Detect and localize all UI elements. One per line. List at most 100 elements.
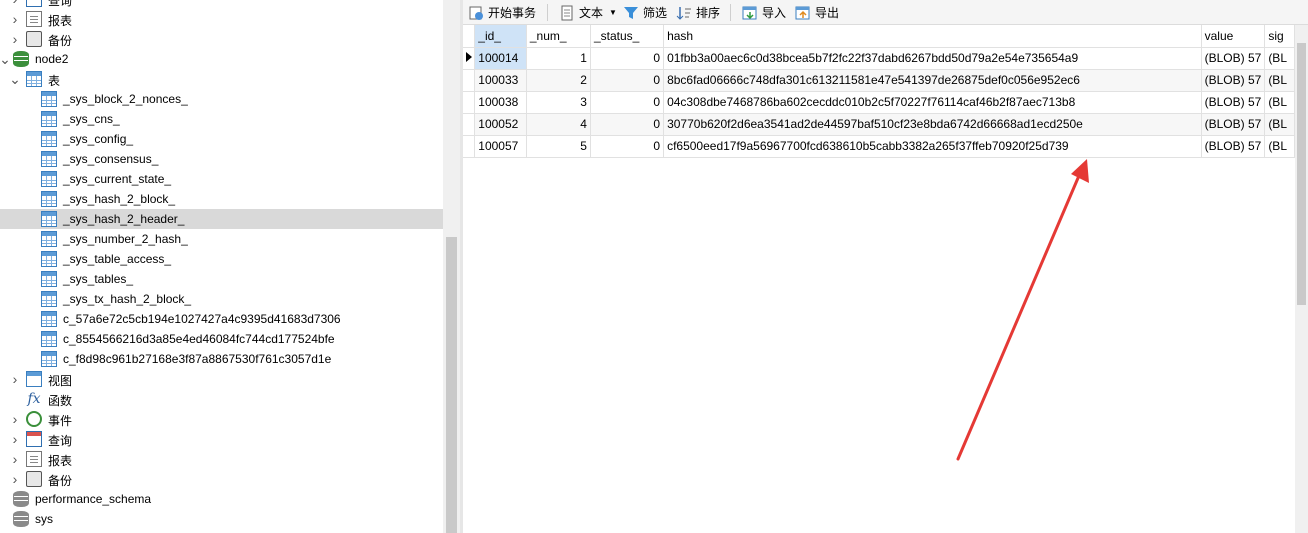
cell-value[interactable]: (BLOB) 57 (1201, 91, 1266, 114)
row-indicator[interactable] (463, 113, 476, 136)
cell-status[interactable]: 0 (590, 69, 665, 92)
cell-id[interactable]: 100038 (474, 91, 527, 114)
tree-item[interactable]: _sys_block_2_nonces_ (0, 89, 443, 109)
chevron-right-icon[interactable]: › (10, 9, 20, 29)
tree-item[interactable]: › 事件 (0, 409, 443, 429)
export-icon (795, 5, 811, 21)
cell-status[interactable]: 0 (590, 113, 665, 136)
cell-sig[interactable]: (BL (1264, 91, 1295, 114)
filter-button[interactable]: 筛选 (623, 2, 667, 23)
tree-item[interactable]: _sys_table_access_ (0, 249, 443, 269)
filter-icon (623, 5, 639, 21)
grid-scrollbar[interactable] (1295, 25, 1308, 533)
chevron-right-icon[interactable]: › (10, 29, 20, 49)
column-header-num[interactable]: _num_ (526, 25, 591, 48)
tree-item[interactable]: › 报表 (0, 9, 443, 29)
cell-id[interactable]: 100057 (474, 135, 527, 158)
text-view-button[interactable]: 文本 ▼ (559, 2, 617, 23)
tree-item[interactable]: _sys_cns_ (0, 109, 443, 129)
cell-status[interactable]: 0 (590, 91, 665, 114)
cell-sig[interactable]: (BL (1264, 47, 1295, 70)
table-row[interactable]: 100057 5 0 cf6500eed17f9a56967700fcd638610b… (463, 135, 1295, 158)
cell-sig[interactable]: (BL (1264, 113, 1295, 136)
tree-item[interactable]: _sys_consensus_ (0, 149, 443, 169)
cell-hash[interactable]: 8bc6fad06666c748dfa301c613211581e47e5413… (663, 69, 1202, 92)
cell-num[interactable]: 5 (526, 135, 591, 158)
chevron-right-icon[interactable]: › (10, 449, 20, 469)
tree-item[interactable]: _sys_tables_ (0, 269, 443, 289)
chevron-down-icon[interactable]: ⌄ (0, 49, 11, 69)
row-indicator[interactable] (463, 69, 476, 92)
cell-hash[interactable]: cf6500eed17f9a56967700fcd638610b5cabb338… (663, 135, 1202, 158)
cell-id[interactable]: 100033 (474, 69, 527, 92)
tree-scrollbar-thumb[interactable] (446, 237, 457, 533)
tree-item[interactable]: performance_schema (0, 489, 443, 509)
cell-hash[interactable]: 01fbb3a00aec6c0d38bcea5b7f2fc22f37dabd62… (663, 47, 1202, 70)
chevron-right-icon[interactable]: › (10, 0, 20, 9)
tree-item[interactable]: _sys_hash_2_block_ (0, 189, 443, 209)
table-row[interactable]: 100052 4 0 30770b620f2d6ea3541ad2de44597baf… (463, 113, 1295, 136)
tree-item[interactable]: › 视图 (0, 369, 443, 389)
table-row[interactable]: 100014 1 0 01fbb3a00aec6c0d38bcea5b7f2fc22f… (463, 47, 1295, 70)
tree-item[interactable]: › 备份 (0, 29, 443, 49)
cell-sig[interactable]: (BL (1264, 135, 1295, 158)
column-header-value[interactable]: value (1201, 25, 1266, 48)
cell-id[interactable]: 100052 (474, 113, 527, 136)
tree-scrollbar[interactable] (443, 0, 460, 533)
import-icon (742, 5, 758, 21)
table-row[interactable]: 100038 3 0 04c308dbe7468786ba602cecddc010b2… (463, 91, 1295, 114)
tree-item[interactable]: › 报表 (0, 449, 443, 469)
tree-item[interactable]: › 备份 (0, 469, 443, 489)
tree-item[interactable]: ⌄ 表 (0, 69, 443, 89)
tree-item[interactable]: _sys_number_2_hash_ (0, 229, 443, 249)
tree-item[interactable]: _sys_tx_hash_2_block_ (0, 289, 443, 309)
tree-item[interactable]: › 查询 (0, 0, 443, 9)
chevron-right-icon[interactable]: › (10, 409, 20, 429)
tree-item[interactable]: c_8554566216d3a85e4ed46084fc744cd177524b… (0, 329, 443, 349)
grid-scrollbar-thumb[interactable] (1297, 43, 1306, 305)
row-indicator[interactable] (463, 91, 476, 114)
export-button[interactable]: 导出 (795, 2, 839, 23)
begin-transaction-button[interactable]: 开始事务 (468, 2, 536, 23)
tree-item[interactable]: c_f8d98c961b27168e3f87a8867530f761c3057d… (0, 349, 443, 369)
chevron-down-icon[interactable]: ⌄ (9, 69, 21, 89)
tree-item[interactable]: _sys_current_state_ (0, 169, 443, 189)
cell-status[interactable]: 0 (590, 135, 665, 158)
cell-value[interactable]: (BLOB) 57 (1201, 135, 1266, 158)
cell-value[interactable]: (BLOB) 57 (1201, 47, 1266, 70)
tree-item[interactable]: › 查询 (0, 429, 443, 449)
tree-item[interactable]: _sys_hash_2_header_ (0, 209, 443, 229)
cell-num[interactable]: 2 (526, 69, 591, 92)
column-header-hash[interactable]: hash (663, 25, 1202, 48)
tree-item[interactable]: sys (0, 509, 443, 529)
cell-sig[interactable]: (BL (1264, 69, 1295, 92)
tree-item[interactable]: fx 函数 (0, 389, 443, 409)
row-indicator[interactable] (463, 135, 476, 158)
cell-status[interactable]: 0 (590, 47, 665, 70)
cell-num[interactable]: 3 (526, 91, 591, 114)
tree-item[interactable]: c_57a6e72c5cb194e1027427a4c9395d41683d73… (0, 309, 443, 329)
column-header-id[interactable]: _id_ (474, 25, 527, 48)
sort-icon (676, 5, 692, 21)
table-icon (41, 91, 57, 107)
import-button[interactable]: 导入 (742, 2, 786, 23)
cell-num[interactable]: 1 (526, 47, 591, 70)
table-icon (41, 151, 57, 167)
chevron-right-icon[interactable]: › (10, 429, 20, 449)
sort-button[interactable]: 排序 (676, 2, 720, 23)
cell-num[interactable]: 4 (526, 113, 591, 136)
table-icon (41, 251, 57, 267)
cell-value[interactable]: (BLOB) 57 (1201, 69, 1266, 92)
cell-hash[interactable]: 04c308dbe7468786ba602cecddc010b2c5f70227… (663, 91, 1202, 114)
chevron-right-icon[interactable]: › (10, 369, 20, 389)
column-header-status[interactable]: _status_ (590, 25, 665, 48)
tree-item[interactable]: ⌄ node2 (0, 49, 443, 69)
cell-value[interactable]: (BLOB) 57 (1201, 113, 1266, 136)
cell-hash[interactable]: 30770b620f2d6ea3541ad2de44597baf510cf23e… (663, 113, 1202, 136)
column-header-sig[interactable]: sig (1264, 25, 1295, 48)
table-row[interactable]: 100033 2 0 8bc6fad06666c748dfa301c613211581… (463, 69, 1295, 92)
tree-item[interactable]: _sys_config_ (0, 129, 443, 149)
row-indicator[interactable] (463, 47, 476, 70)
cell-id[interactable]: 100014 (474, 47, 527, 70)
chevron-right-icon[interactable]: › (10, 469, 20, 489)
